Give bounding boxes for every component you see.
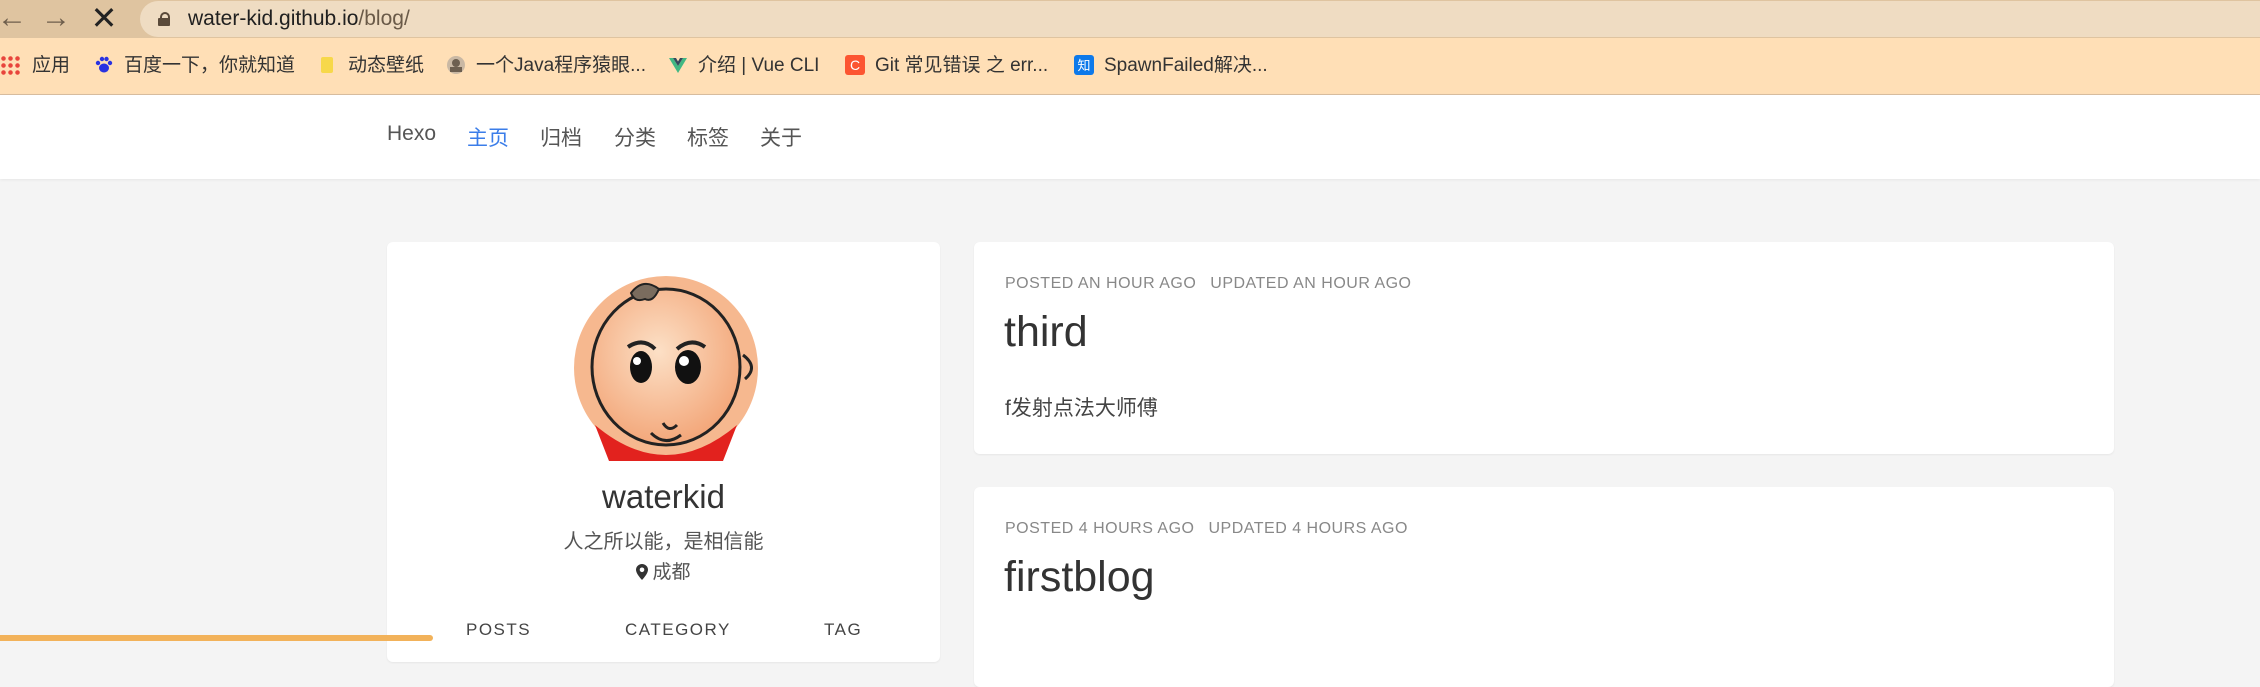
bookmark-label: Git 常见错误 之 err... xyxy=(875,55,1049,76)
apps-grid-icon xyxy=(0,55,20,75)
bookmarks-bar: 应用 百度一下，你就知道 动态壁纸 一个Java程序猿眼... 介绍 | Vue… xyxy=(0,38,2260,95)
bookmark-label: SpawnFailed解决... xyxy=(1104,55,1268,76)
post-posted-time: POSTED AN HOUR AGO xyxy=(1005,275,1197,292)
lock-icon[interactable] xyxy=(158,12,170,26)
bookmark-vue-cli[interactable]: 介绍 | Vue CLI xyxy=(668,52,819,80)
nav-home[interactable]: 主页 xyxy=(467,122,509,152)
bookmark-label: 动态壁纸 xyxy=(348,55,425,76)
author-bio: 人之所以能，是相信能 xyxy=(563,531,764,553)
stat-tag-link[interactable]: TAG xyxy=(824,620,862,640)
bookmark-label: 一个Java程序猿眼... xyxy=(476,55,646,76)
csdn-c-icon: C xyxy=(845,55,865,75)
post-meta: POSTED 4 HOURS AGO UPDATED 4 HOURS AGO xyxy=(1005,520,1408,538)
url-path: /blog/ xyxy=(358,7,410,30)
nav-archive[interactable]: 归档 xyxy=(540,122,582,152)
post-meta: POSTED AN HOUR AGO UPDATED AN HOUR AGO xyxy=(1005,275,1412,293)
browser-toolbar: ← → ✕ water-kid.github.io/blog/ xyxy=(0,0,2260,38)
site-header: Hexo 主页 归档 分类 标签 关于 xyxy=(0,95,2260,179)
stat-posts-link[interactable]: POSTS xyxy=(466,620,531,640)
vue-logo-icon xyxy=(669,58,687,73)
bookmark-baidu[interactable]: 百度一下，你就知道 xyxy=(94,52,295,80)
page-load-progress-bar xyxy=(0,635,433,641)
bookmark-git-error[interactable]: C Git 常见错误 之 err... xyxy=(845,52,1048,80)
back-arrow-icon[interactable]: ← xyxy=(0,0,32,38)
url-host: water-kid.github.io xyxy=(188,7,359,30)
avatar-favicon-icon xyxy=(447,56,465,74)
bookmark-java-blog[interactable]: 一个Java程序猿眼... xyxy=(446,52,646,80)
post-card[interactable]: POSTED AN HOUR AGO UPDATED AN HOUR AGO th… xyxy=(974,242,2114,454)
author-name: waterkid xyxy=(602,478,725,515)
nav-tags[interactable]: 标签 xyxy=(687,122,729,152)
bookmark-label: 百度一下，你就知道 xyxy=(124,55,296,76)
author-avatar xyxy=(574,276,758,461)
folder-icon xyxy=(321,57,333,73)
bookmark-label: 介绍 | Vue CLI xyxy=(698,55,820,76)
bookmark-wallpaper[interactable]: 动态壁纸 xyxy=(318,52,424,80)
svg-text:C: C xyxy=(850,57,860,73)
address-bar[interactable]: water-kid.github.io/blog/ xyxy=(140,1,2260,37)
post-title-link[interactable]: firstblog xyxy=(1004,553,1155,602)
post-excerpt: f发射点法大师傅 xyxy=(1005,397,1158,420)
profile-card: waterkid 人之所以能，是相信能 成都 POSTS CATEGORY TA… xyxy=(387,242,940,662)
baidu-paw-icon xyxy=(95,56,113,73)
nav-categories[interactable]: 分类 xyxy=(614,122,656,152)
post-posted-time: POSTED 4 HOURS AGO xyxy=(1005,520,1195,537)
nav-about[interactable]: 关于 xyxy=(760,122,802,152)
url-text[interactable]: water-kid.github.io/blog/ xyxy=(188,7,410,31)
svg-text:知: 知 xyxy=(1077,58,1090,74)
zhihu-icon: 知 xyxy=(1074,55,1094,75)
bookmark-spawnfailed[interactable]: 知 SpawnFailed解决... xyxy=(1074,52,1268,80)
stat-category-link[interactable]: CATEGORY xyxy=(625,620,731,640)
post-card[interactable]: POSTED 4 HOURS AGO UPDATED 4 HOURS AGO fi… xyxy=(974,487,2114,687)
forward-arrow-icon[interactable]: → xyxy=(36,0,76,38)
map-pin-icon xyxy=(636,564,649,580)
stop-loading-icon[interactable]: ✕ xyxy=(84,0,124,38)
post-updated-time: UPDATED AN HOUR AGO xyxy=(1210,275,1412,292)
post-updated-time: UPDATED 4 HOURS AGO xyxy=(1208,520,1408,537)
location-text: 成都 xyxy=(652,562,691,583)
site-brand-link[interactable]: Hexo xyxy=(387,122,436,146)
post-title-link[interactable]: third xyxy=(1004,308,1088,357)
bookmark-label: 应用 xyxy=(32,55,71,76)
bookmark-apps[interactable]: 应用 xyxy=(0,52,70,80)
author-location: 成都 xyxy=(387,557,940,584)
